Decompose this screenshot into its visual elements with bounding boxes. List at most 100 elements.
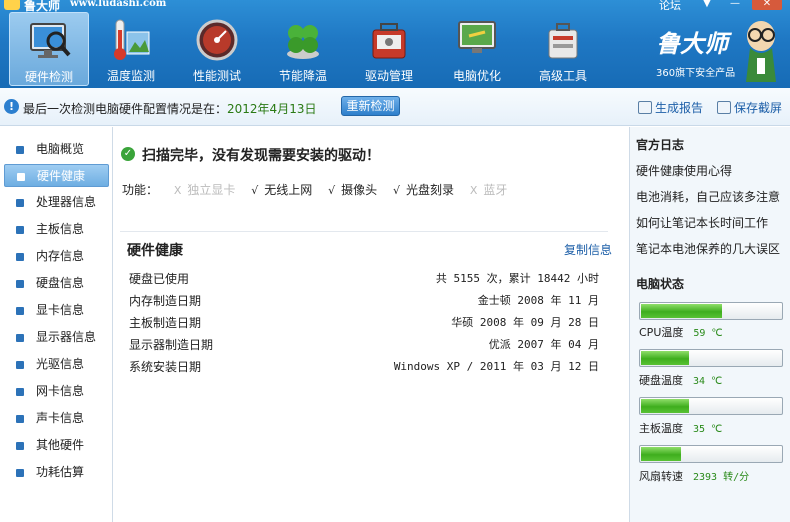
tool-advanced[interactable]: 高级工具 [523,12,603,86]
feature-label: 摄像头 [341,183,378,197]
close-button[interactable]: ✕ [752,0,782,10]
gauge-fill [641,447,681,461]
bullet-icon [16,146,24,154]
sidebar-item-label: 声卡信息 [36,411,85,425]
feature-label: 蓝牙 [483,183,508,197]
sidebar-item-network[interactable]: 网卡信息 [4,380,109,403]
disk-temp-gauge [639,349,783,367]
gauge-value: 34 ℃ [693,376,723,387]
bullet-icon [16,334,24,342]
sidebar-item-overview[interactable]: 电脑概览 [4,138,109,161]
menu-dropdown-icon[interactable]: ▼ [696,0,718,10]
feature-list: 功能： X 独立显卡 √ 无线上网 √ 摄像头 √ 光盘刻录 X 蓝牙 [122,181,507,198]
divider [120,231,608,232]
tool-temperature[interactable]: 温度监测 [91,12,171,86]
bullet-icon [16,199,24,207]
blog-link[interactable]: 笔记本电池保养的几大误区 [636,240,780,257]
feature-label: 光盘刻录 [405,183,454,197]
sidebar-item-graphics[interactable]: 显卡信息 [4,299,109,322]
sidebar-item-power-estimate[interactable]: 功耗估算 [4,461,109,484]
sidebar-item-label: 光驱信息 [36,357,85,371]
forum-link[interactable]: 论坛 [659,0,681,13]
toolbox-icon [372,23,406,59]
bullet-icon [16,226,24,234]
tool-label: 节能降温 [278,69,327,83]
top-toolbar: 鲁大师 www.ludashi.com 论坛 ▼ — ✕ 硬件检测 温度监测 性… [0,0,790,88]
gauge-value: 59 ℃ [693,328,723,339]
check-icon: √ [328,184,336,197]
check-circle-icon: ✓ [121,147,135,161]
tool-optimize[interactable]: 电脑优化 [437,12,517,86]
tool-case-icon [548,23,578,59]
sidebar-item-display[interactable]: 显示器信息 [4,326,109,349]
tool-label: 性能测试 [192,69,241,83]
feature-item: √ 无线上网 [251,183,312,197]
gauge-fill [641,399,690,413]
info-value: 华硕 2008 年 09 月 28 日 [451,316,599,329]
feature-item: X 蓝牙 [470,183,508,197]
bullet-icon [17,173,25,181]
blog-title: 官方日志 [636,138,685,152]
sidebar-item-label: 硬件健康 [37,169,86,183]
gauge-label: CPU温度 59 ℃ [639,324,723,340]
section-title: 硬件健康 [127,243,183,259]
last-check-text: 最后一次检测电脑硬件配置情况是在：2012年4月13日 [23,100,316,117]
last-check-label: 最后一次检测电脑硬件配置情况是在： [23,102,228,116]
gauge-fill [641,304,722,318]
sidebar-item-optical-drive[interactable]: 光驱信息 [4,353,109,376]
tool-hardware-detect[interactable]: 硬件检测 [9,12,89,86]
sidebar-item-motherboard[interactable]: 主板信息 [4,218,109,241]
feature-label: 独立显卡 [187,183,236,197]
blog-link[interactable]: 电池消耗，自己应该多注意 [636,188,780,205]
brand-name: 鲁大师 [656,29,728,58]
tool-label: 硬件检测 [24,70,73,84]
features-label: 功能： [122,183,159,197]
info-key: 主板制造日期 [129,316,202,330]
sidebar-item-label: 电脑概览 [36,142,85,156]
sidebar-item-label: 内存信息 [36,249,85,263]
title-bar: 鲁大师 www.ludashi.com 论坛 ▼ — ✕ [0,0,790,13]
recheck-button[interactable]: 重新检测 [341,96,400,116]
info-key: 显示器制造日期 [129,338,214,352]
clover-icon [287,25,319,59]
status-info-bar: ! 最后一次检测电脑硬件配置情况是在：2012年4月13日 重新检测 生成报告 … [0,88,790,126]
monitor-magnifier-icon [30,23,71,58]
sidebar-item-label: 硬盘信息 [36,276,85,290]
sidebar-item-memory[interactable]: 内存信息 [4,245,109,268]
tool-performance[interactable]: 性能测试 [177,12,257,86]
bullet-icon [16,415,24,423]
save-screenshot-button[interactable]: 保存截屏 [717,99,782,116]
bullet-icon [16,469,24,477]
fan-speed-gauge [639,445,783,463]
info-key: 硬盘已使用 [129,272,190,286]
sidebar: 电脑概览 硬件健康 处理器信息 主板信息 内存信息 硬盘信息 显卡信息 显示器信… [0,127,113,522]
info-value: Windows XP / 2011 年 03 月 12 日 [393,360,599,373]
info-icon: ! [4,99,19,114]
bullet-icon [16,253,24,261]
sidebar-item-sound[interactable]: 声卡信息 [4,407,109,430]
sidebar-item-label: 主板信息 [36,222,85,236]
sidebar-item-other-hardware[interactable]: 其他硬件 [4,434,109,457]
camera-icon [717,101,731,114]
sidebar-item-label: 网卡信息 [36,384,85,398]
generate-report-button[interactable]: 生成报告 [638,99,703,116]
thermometer-icon [114,19,150,60]
gauge-name: 硬盘温度 [639,374,683,387]
report-icon [638,101,652,114]
copy-info-link[interactable]: 复制信息 [564,241,612,258]
sidebar-item-label: 显示器信息 [36,330,97,344]
sidebar-item-cpu[interactable]: 处理器信息 [4,191,109,214]
cross-icon: X [469,184,478,197]
blog-link[interactable]: 如何让笔记本长时间工作 [636,214,768,231]
feature-label: 无线上网 [264,183,313,197]
tool-energy-saving[interactable]: 节能降温 [263,12,343,86]
sidebar-item-disk[interactable]: 硬盘信息 [4,272,109,295]
info-key: 系统安装日期 [129,360,202,374]
sidebar-item-hardware-health[interactable]: 硬件健康 [4,164,109,187]
cpu-temp-gauge [639,302,783,320]
gauge-name: 风扇转速 [639,470,683,483]
tool-driver-manager[interactable]: 驱动管理 [349,12,429,86]
minimize-button[interactable]: — [724,0,746,10]
info-row: 硬盘已使用 共 5155 次，累计 18442 小时 [129,268,599,290]
blog-link[interactable]: 硬件健康使用心得 [636,162,732,179]
